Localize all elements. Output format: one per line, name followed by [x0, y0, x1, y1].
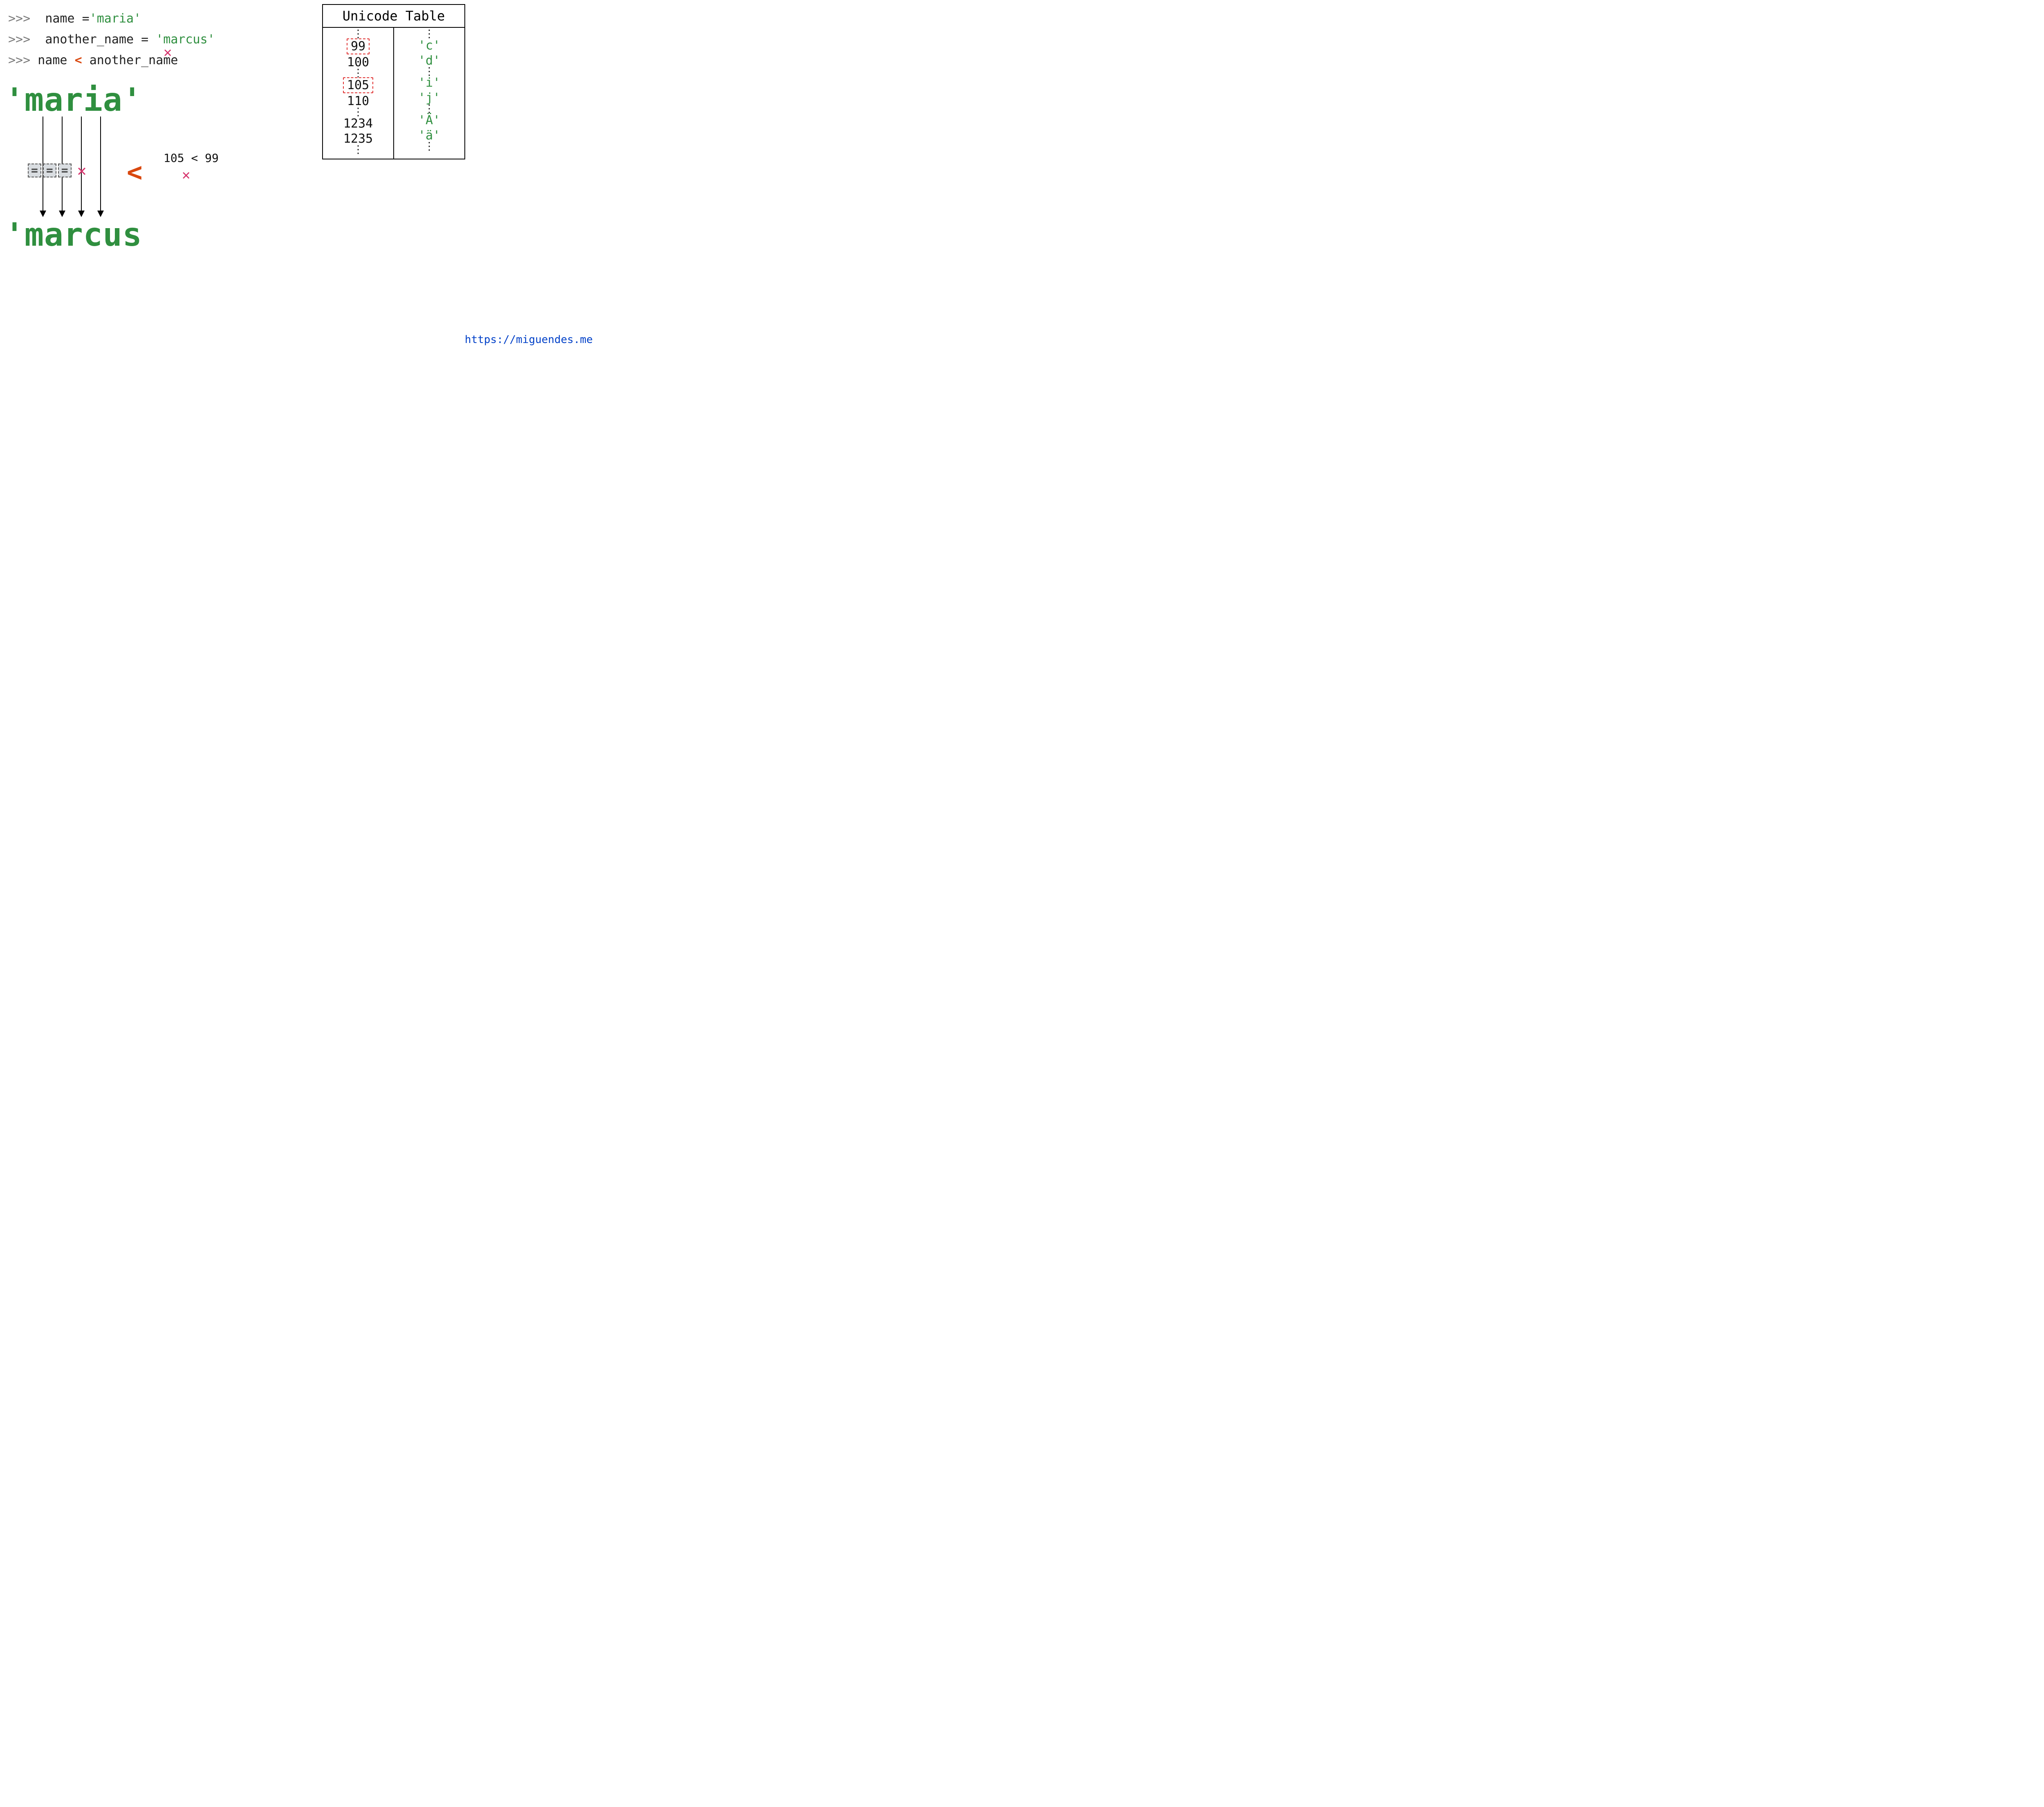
big-string-marcus: 'marcus — [5, 217, 142, 253]
vdots-icon: ⋮ — [424, 106, 435, 112]
unicode-table-body: ⋮ 99 100 ⋮ 105 110 ⋮ 1234 1235 ⋮ ⋮ 'c' '… — [323, 28, 464, 159]
vdots-icon: ⋮ — [353, 70, 363, 77]
string-literal: 'maria' — [90, 11, 141, 26]
vdots-icon: ⋮ — [353, 147, 363, 153]
vdots-icon: ⋮ — [424, 31, 435, 38]
vdots-icon: ⋮ — [353, 109, 363, 116]
var-name: name — [38, 53, 67, 67]
char-literal: 'c' — [418, 38, 440, 53]
vdots-icon: ⋮ — [353, 31, 363, 38]
code-line-3: >>> name < another_name — [8, 50, 215, 71]
code-point: 1234 — [340, 117, 376, 131]
equality-row: = = = ✕ — [28, 161, 86, 179]
equals: = — [141, 32, 148, 47]
prompt: >>> — [8, 32, 30, 47]
code-block: >>> name ='maria' >>> another_name = 'ma… — [8, 8, 215, 71]
code-point: 99 — [347, 38, 370, 54]
code-line-1: >>> name ='maria' — [8, 8, 215, 29]
prompt: >>> — [8, 53, 30, 67]
comparison-expression: 105 < 99 — [164, 151, 219, 165]
cross-icon: ✕ — [77, 161, 87, 179]
vdots-icon: ⋮ — [424, 143, 435, 150]
less-than-op: < — [75, 53, 82, 67]
big-less-than-icon: < — [127, 157, 143, 188]
var-name: another_name — [45, 32, 134, 47]
code-line-2: >>> another_name = 'marcus' — [8, 29, 215, 50]
big-string-maria: 'maria' — [5, 82, 142, 119]
unicode-char-column: ⋮ 'c' 'd' ⋮ 'i' 'j' ⋮ 'Ä' 'ä' ⋮ — [394, 28, 464, 159]
unicode-code-column: ⋮ 99 100 ⋮ 105 110 ⋮ 1234 1235 ⋮ — [323, 28, 394, 159]
unicode-table: Unicode Table ⋮ 99 100 ⋮ 105 110 ⋮ 1234 … — [322, 4, 465, 159]
prompt: >>> — [8, 11, 30, 26]
equals-box: = — [58, 164, 72, 178]
code-point: 105 — [343, 77, 373, 93]
var-name: name — [45, 11, 74, 26]
cross-icon: ✕ — [182, 167, 190, 183]
cross-icon: ✕ — [164, 44, 172, 61]
char-literal: 'Ä' — [418, 113, 440, 128]
source-link[interactable]: https://miguendes.me — [465, 334, 593, 346]
unicode-table-title: Unicode Table — [323, 5, 464, 28]
vdots-icon: ⋮ — [424, 69, 435, 75]
equals-box: = — [28, 164, 41, 178]
equals-box: = — [43, 164, 56, 178]
char-literal: 'i' — [418, 76, 440, 90]
equals: = — [82, 11, 90, 26]
